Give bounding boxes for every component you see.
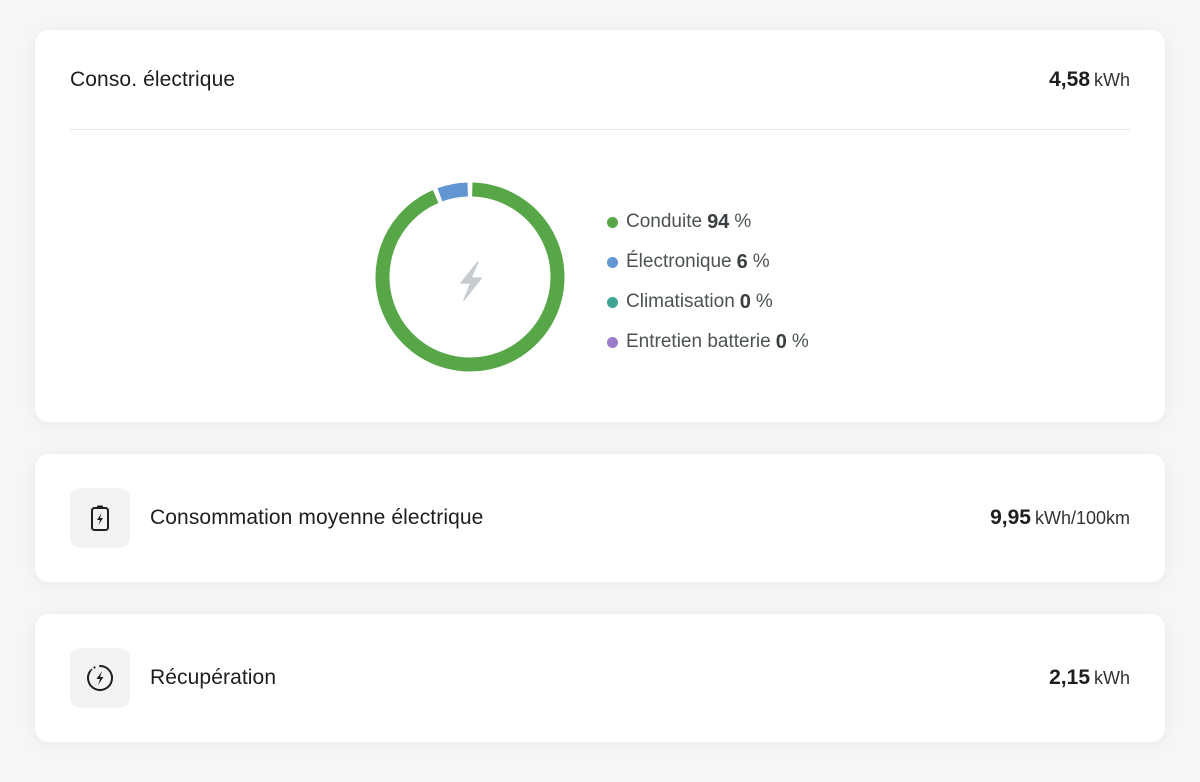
- average-consumption-unit: kWh/100km: [1034, 508, 1130, 528]
- donut-svg: [375, 182, 565, 372]
- average-consumption-title: Consommation moyenne électrique: [150, 506, 484, 529]
- energy-card-header: Conso. électrique 4,58 kWh: [70, 30, 1130, 130]
- average-consumption-row: Consommation moyenne électrique 9,95 kWh…: [70, 454, 1130, 582]
- energy-consumption-card: Conso. électrique 4,58 kWh Conduite 94 %…: [35, 30, 1165, 422]
- legend-value: 94: [707, 210, 730, 233]
- legend-item-electronique: Électronique 6 %: [607, 242, 809, 282]
- legend-label: Conduite: [626, 211, 703, 232]
- recuperation-unit: kWh: [1094, 668, 1130, 688]
- legend-unit: %: [791, 331, 809, 352]
- legend-label: Climatisation: [626, 291, 735, 312]
- recuperation-title: Récupération: [150, 666, 277, 689]
- legend-value: 0: [739, 290, 751, 313]
- average-consumption-total: 9,95 kWh/100km: [990, 506, 1130, 530]
- legend-unit: %: [755, 291, 773, 312]
- consumption-legend: Conduite 94 % Électronique 6 % Climatisa…: [607, 202, 809, 362]
- average-consumption-left: Consommation moyenne électrique: [70, 488, 483, 548]
- icon-container: [70, 648, 130, 708]
- energy-card-title: Conso. électrique: [70, 67, 236, 91]
- legend-dot: [607, 256, 618, 268]
- legend-dot: [607, 216, 618, 228]
- energy-total: 4,58 kWh: [1049, 68, 1130, 92]
- recuperation-total: 2,15 kWh: [1049, 666, 1130, 690]
- legend-label: Entretien batterie: [626, 331, 771, 352]
- legend-value: 6: [736, 250, 748, 273]
- recuperation-value: 2,15: [1049, 666, 1090, 689]
- icon-container: [70, 488, 130, 548]
- legend-item-conduite: Conduite 94 %: [607, 202, 809, 242]
- legend-dot: [607, 296, 618, 308]
- donut-segment-électronique: [437, 182, 469, 202]
- consumption-donut-chart: [375, 182, 565, 372]
- average-consumption-card: Consommation moyenne électrique 9,95 kWh…: [35, 454, 1165, 582]
- legend-item-entretien-batterie: Entretien batterie 0 %: [607, 322, 809, 362]
- energy-total-unit: kWh: [1094, 69, 1130, 90]
- recuperation-row: Récupération 2,15 kWh: [70, 614, 1130, 742]
- recuperation-card: Récupération 2,15 kWh: [35, 614, 1165, 742]
- legend-value: 0: [775, 330, 787, 353]
- average-consumption-value: 9,95: [990, 506, 1031, 529]
- legend-label: Électronique: [626, 251, 732, 272]
- lightning-icon: [460, 261, 482, 301]
- recuperation-left: Récupération: [70, 648, 276, 708]
- legend-unit: %: [734, 211, 752, 232]
- legend-dot: [607, 336, 618, 348]
- legend-item-climatisation: Climatisation 0 %: [607, 282, 809, 322]
- legend-unit: %: [752, 251, 770, 272]
- battery-charging-icon: [91, 505, 109, 531]
- regeneration-icon: [87, 665, 114, 691]
- energy-total-value: 4,58: [1049, 67, 1090, 91]
